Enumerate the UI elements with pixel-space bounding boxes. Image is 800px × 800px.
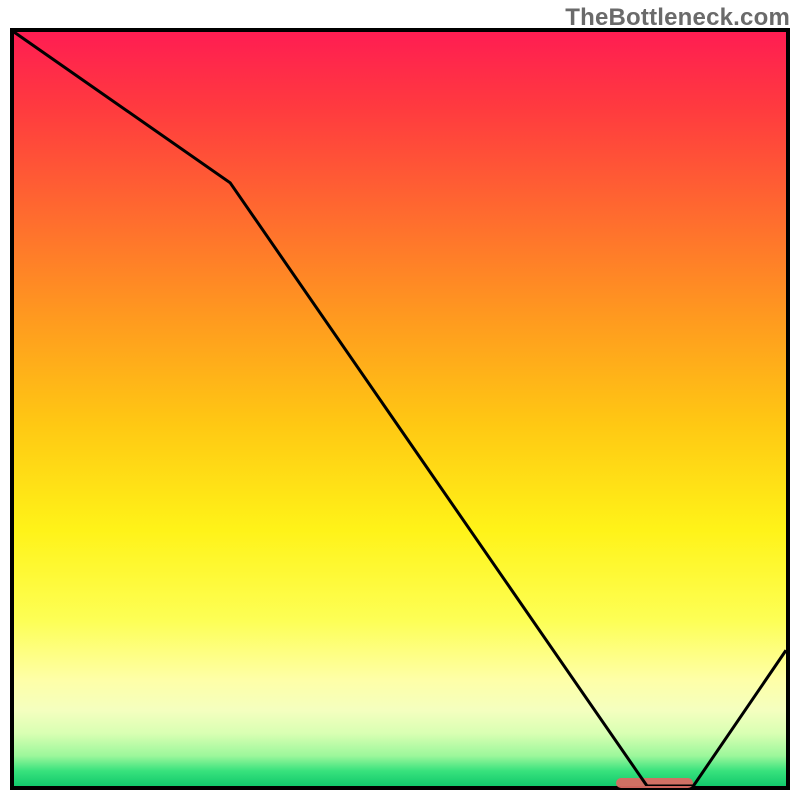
optimal-range-marker (616, 778, 693, 788)
plot-area (10, 28, 790, 790)
chart-frame: TheBottleneck.com (0, 0, 800, 800)
background-gradient (14, 32, 786, 786)
